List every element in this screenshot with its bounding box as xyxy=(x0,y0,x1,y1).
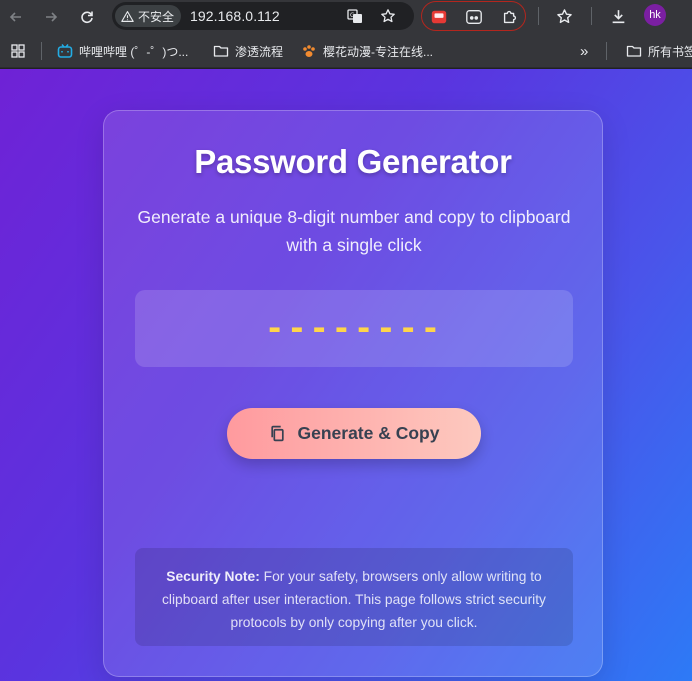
bookmarks-star-button[interactable] xyxy=(554,6,574,26)
translate-icon: G xyxy=(347,9,362,23)
security-label: 不安全 xyxy=(138,9,175,24)
folder-icon xyxy=(626,45,642,57)
svg-text:G: G xyxy=(350,12,355,19)
extension-red-button[interactable] xyxy=(429,7,449,27)
download-button[interactable] xyxy=(608,6,628,26)
security-note-heading: Security Note: xyxy=(166,569,260,584)
copy-icon xyxy=(270,425,284,442)
warning-triangle-icon xyxy=(121,10,134,22)
all-bookmarks-label: 所有书签 xyxy=(648,44,692,59)
apps-grid-icon xyxy=(11,44,25,58)
apps-button[interactable] xyxy=(10,42,26,60)
bookmark-label: 樱花动漫-专注在线... xyxy=(323,44,433,59)
extension-glasses-icon xyxy=(466,10,482,24)
extensions-button[interactable] xyxy=(500,7,520,27)
bookmarks-overflow-button[interactable]: » xyxy=(580,42,588,60)
toolbar-divider xyxy=(591,7,592,25)
page-subtitle: Generate a unique 8-digit number and cop… xyxy=(137,207,571,255)
star-icon xyxy=(381,9,395,23)
url-text[interactable]: 192.168.0.112 xyxy=(190,8,280,24)
generate-button-label: Generate & Copy xyxy=(297,423,440,443)
bookmarks-divider xyxy=(41,42,42,60)
toolbar-divider xyxy=(538,7,539,25)
bilibili-icon xyxy=(57,44,73,58)
bookmarks-divider xyxy=(606,42,607,60)
browser-toolbar: 不安全 192.168.0.112 G hk xyxy=(0,0,692,34)
puzzle-icon xyxy=(503,10,517,24)
reload-button[interactable] xyxy=(77,7,97,27)
folder-icon xyxy=(213,45,229,57)
translate-button[interactable]: G xyxy=(346,7,364,25)
back-button[interactable] xyxy=(6,7,26,27)
paw-icon xyxy=(303,45,315,57)
password-display: -------- xyxy=(135,290,573,367)
download-icon xyxy=(612,9,624,23)
page-title: Password Generator xyxy=(194,143,512,180)
generate-copy-button[interactable]: Generate & Copy xyxy=(227,408,481,459)
site-security-chip[interactable]: 不安全 xyxy=(115,5,182,27)
bookmark-star-button[interactable] xyxy=(379,7,397,25)
reload-icon xyxy=(81,11,93,24)
arrow-left-icon xyxy=(9,12,21,22)
generator-card: Password Generator Generate a unique 8-d… xyxy=(103,110,603,677)
profile-avatar[interactable]: hk xyxy=(644,4,666,26)
extension-group xyxy=(421,1,526,31)
address-bar[interactable]: 不安全 192.168.0.112 G xyxy=(112,2,414,30)
bookmark-item-sakura[interactable]: 樱花动漫-专注在线... xyxy=(301,42,433,60)
forward-button[interactable] xyxy=(41,7,61,27)
overflow-label: » xyxy=(580,42,589,60)
bookmark-label: 哔哩哔哩 (゜-゜)つ... xyxy=(79,44,189,59)
extension-red-icon xyxy=(431,10,447,24)
page-viewport: Password Generator Generate a unique 8-d… xyxy=(0,69,692,681)
extension-glasses-button[interactable] xyxy=(464,7,484,27)
all-bookmarks-button[interactable]: 所有书签 xyxy=(626,42,692,60)
security-note: Security Note: For your safety, browsers… xyxy=(135,548,573,646)
bookmarks-bar: 哔哩哔哩 (゜-゜)つ... 渗透流程 樱花动漫-专注在线... » 所有书签 xyxy=(0,34,692,68)
bookmark-label: 渗透流程 xyxy=(235,44,284,59)
bookmark-item-folder[interactable]: 渗透流程 xyxy=(213,42,283,60)
password-value: -------- xyxy=(264,308,444,347)
star-icon xyxy=(556,8,572,23)
arrow-right-icon xyxy=(46,12,58,22)
bookmark-item-bilibili[interactable]: 哔哩哔哩 (゜-゜)つ... xyxy=(57,42,188,60)
